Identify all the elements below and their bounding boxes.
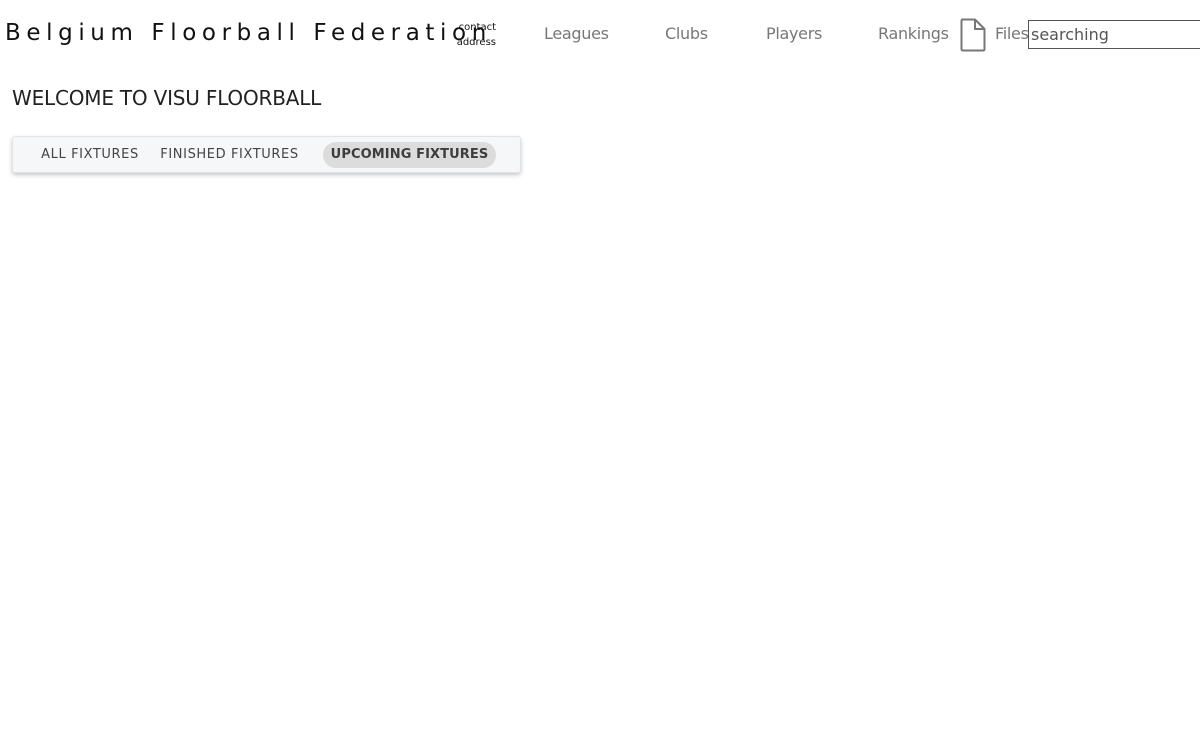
tab-finished-fixtures[interactable]: FINISHED FIXTURES <box>153 142 306 168</box>
brand-title[interactable]: Belgium Floorball Federation <box>5 20 492 46</box>
top-header: Belgium Floorball Federation contact add… <box>0 0 1200 72</box>
nav-item-clubs[interactable]: Clubs <box>665 24 708 43</box>
tab-all-fixtures[interactable]: ALL FIXTURES <box>27 142 153 168</box>
file-icon[interactable] <box>959 18 987 52</box>
address-link[interactable]: address <box>448 35 496 50</box>
tab-upcoming-fixtures[interactable]: UPCOMING FIXTURES <box>323 142 496 168</box>
nav-item-players[interactable]: Players <box>766 24 822 43</box>
fixtures-tab-bar: ALL FIXTURES FINISHED FIXTURES UPCOMING … <box>12 136 521 173</box>
page-title: WELCOME TO VISU FLOORBALL <box>12 86 322 110</box>
nav-item-files[interactable]: Files <box>995 24 1029 43</box>
nav-item-leagues[interactable]: Leagues <box>544 24 609 43</box>
contact-block[interactable]: contact address <box>448 20 496 50</box>
nav-item-rankings[interactable]: Rankings <box>878 24 949 43</box>
contact-link[interactable]: contact <box>448 20 496 35</box>
search-input[interactable] <box>1028 20 1200 49</box>
